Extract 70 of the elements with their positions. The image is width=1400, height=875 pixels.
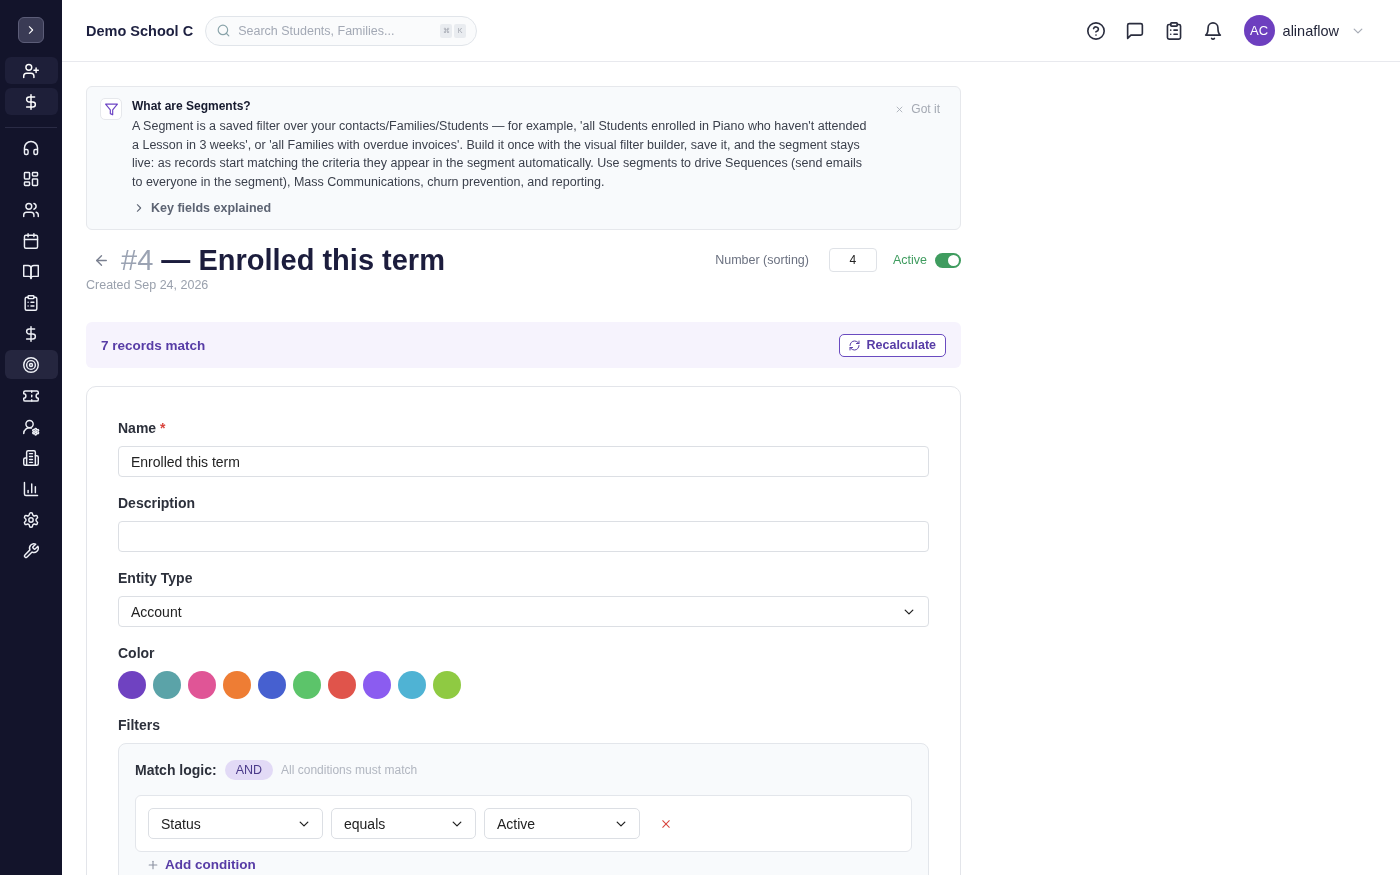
bell-icon[interactable] xyxy=(1203,21,1222,40)
color-swatch[interactable] xyxy=(293,671,321,699)
quick-action-button[interactable] xyxy=(4,88,58,115)
building-icon xyxy=(23,449,39,466)
color-swatch[interactable] xyxy=(433,671,461,699)
ticket-icon xyxy=(23,387,39,404)
clipboard-icon[interactable] xyxy=(1164,21,1183,40)
color-swatch[interactable] xyxy=(223,671,251,699)
field-label: Name * xyxy=(118,420,167,436)
field-select[interactable]: Status xyxy=(148,808,323,839)
search-icon xyxy=(217,23,231,37)
book-icon xyxy=(23,263,39,280)
recalculate-button[interactable]: Recalculate xyxy=(838,333,946,357)
calendar-icon xyxy=(23,232,39,249)
info-text: A Segment is a saved filter over your contacts/Families/Students — for example, 'all Students enrolled in Piano who haven't attended a Lesson in 3 weeks', or 'all Families with overdue invoices'. Build it once with the visual filter builder, save it, and the segment stays live: as records start matching the criteria they appear in the segment automatically. Use segments to drive Sequences (send emails to everyone in the segment), Mass Communications, churn prevention, and reporting. xyxy=(132,118,868,191)
dollar-icon xyxy=(23,93,39,110)
color-swatch[interactable] xyxy=(398,671,426,699)
remove-icon[interactable] xyxy=(660,817,672,830)
color-swatch[interactable] xyxy=(258,671,286,699)
details-toggle[interactable]: Key fields explained xyxy=(132,201,272,215)
color-swatch[interactable] xyxy=(188,671,216,699)
quick-action-button[interactable] xyxy=(4,57,58,84)
field-label: Filters xyxy=(118,717,161,733)
wrench-icon xyxy=(23,542,39,559)
users-icon xyxy=(23,201,39,218)
target-icon xyxy=(23,356,39,373)
match-logic-hint: All conditions must match xyxy=(281,763,418,777)
user-name[interactable]: alinaflow xyxy=(1282,22,1339,39)
field-label: Description xyxy=(118,495,196,511)
sort-number-field[interactable]: 4 xyxy=(828,248,877,272)
description-field[interactable] xyxy=(118,521,929,552)
close-icon xyxy=(895,104,905,114)
funnel-icon xyxy=(100,98,122,120)
color-swatch[interactable] xyxy=(118,671,146,699)
user-plus-icon xyxy=(23,62,39,79)
help-icon[interactable] xyxy=(1086,21,1105,40)
school-name: Demo School C xyxy=(86,22,194,39)
name-field[interactable]: Enrolled this term xyxy=(118,446,929,477)
match-logic-label: Match logic: xyxy=(135,762,217,778)
operator-select[interactable]: equals xyxy=(331,808,476,839)
dashboard-icon xyxy=(23,170,39,187)
page-title: #4 — Enrolled this term xyxy=(121,243,445,277)
color-swatch[interactable] xyxy=(363,671,391,699)
field-label: Entity Type xyxy=(118,570,194,586)
avatar[interactable]: AC xyxy=(1243,15,1275,46)
back-arrow-icon[interactable] xyxy=(94,252,109,268)
plus-icon xyxy=(147,858,159,871)
color-swatch[interactable] xyxy=(328,671,356,699)
entity-type-select[interactable]: Account xyxy=(118,596,929,627)
bar-chart-icon xyxy=(23,480,39,497)
value-select[interactable]: Active xyxy=(484,808,640,839)
sort-number-label: Number (sorting) xyxy=(715,253,809,267)
match-count: 7 records match xyxy=(101,337,206,353)
info-title: What are Segments? xyxy=(132,98,252,114)
chat-icon[interactable] xyxy=(1125,21,1144,40)
clipboard-icon xyxy=(23,294,39,311)
color-swatch[interactable] xyxy=(153,671,181,699)
sidebar-item[interactable] xyxy=(4,350,58,379)
dollar-icon xyxy=(23,325,39,342)
refresh-icon xyxy=(848,339,860,351)
settings-icon xyxy=(23,511,39,528)
headphones-icon xyxy=(23,139,39,156)
match-logic-toggle[interactable]: AND xyxy=(224,760,274,780)
field-label: Color xyxy=(118,645,156,661)
add-condition-button[interactable]: Add condition xyxy=(135,857,256,872)
created-date: Created Sep 24, 2026 xyxy=(86,278,210,292)
active-label: Active xyxy=(892,253,927,267)
user-gear-icon xyxy=(23,418,39,435)
sidebar-toggle-button[interactable] xyxy=(18,17,44,43)
active-toggle[interactable] xyxy=(935,252,961,268)
